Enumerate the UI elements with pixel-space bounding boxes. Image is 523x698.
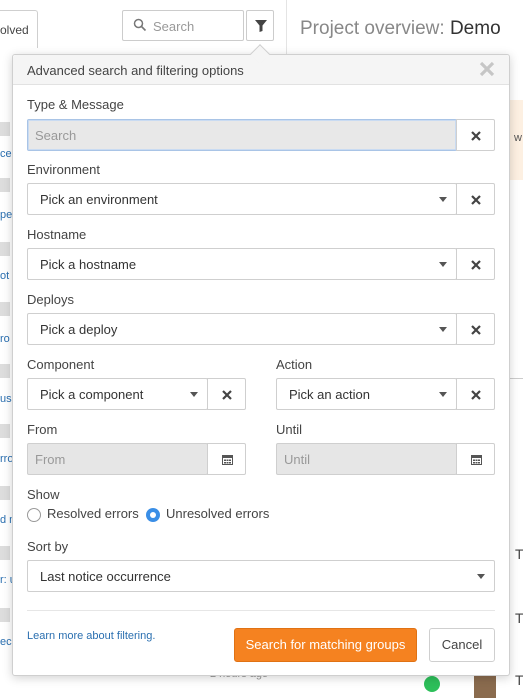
chevron-down-icon (439, 392, 447, 397)
environment-value: Pick an environment (40, 192, 158, 207)
filter-icon (255, 20, 267, 32)
type-message-label: Type & Message (27, 97, 124, 112)
hostname-value: Pick a hostname (40, 257, 137, 272)
from-label: From (27, 422, 58, 437)
clear-icon (471, 325, 481, 335)
right-list-letter: T (515, 672, 523, 688)
learn-more-link[interactable]: Learn more about filtering. (27, 630, 155, 642)
radio-unresolved-errors[interactable] (146, 508, 160, 522)
list-item-thumb (0, 302, 10, 316)
page-title-prefix: Project overview: (300, 18, 445, 39)
close-icon[interactable] (477, 59, 497, 79)
search-placeholder: Search (153, 19, 195, 34)
page-title: Project overview: Demo (300, 18, 501, 40)
sort-label: Sort by (27, 539, 69, 554)
action-label: Action (276, 357, 313, 372)
hostname-select[interactable]: Pick a hostname (27, 248, 457, 280)
deploy-value: Pick a deploy (40, 322, 118, 337)
right-list-letter: T (515, 610, 523, 626)
from-date-input[interactable]: From (27, 443, 208, 475)
check-icon (424, 676, 440, 692)
action-value: Pick an action (289, 387, 370, 402)
search-input[interactable]: Search (122, 10, 244, 41)
action-select[interactable]: Pick an action (276, 378, 457, 410)
chevron-down-icon (190, 392, 198, 397)
hostname-label: Hostname (27, 227, 87, 242)
deploys-label: Deploys (27, 292, 74, 307)
sort-select[interactable]: Last notice occurrence (27, 560, 495, 592)
component-select[interactable]: Pick a component (27, 378, 208, 410)
list-item-thumb (0, 178, 10, 192)
resolved-errors-label[interactable]: Resolved errors (47, 506, 139, 521)
until-label: Until (276, 422, 303, 437)
right-list-letter: T (515, 546, 523, 562)
clear-icon (471, 390, 481, 400)
until-calendar-button[interactable] (456, 443, 495, 475)
filter-button[interactable] (246, 10, 274, 41)
list-item-title[interactable]: pe (0, 209, 12, 221)
deploy-select[interactable]: Pick a deploy (27, 313, 457, 345)
clear-deploy-button[interactable] (456, 313, 495, 345)
unresolved-errors-label[interactable]: Unresolved errors (166, 506, 269, 521)
clear-icon (471, 195, 481, 205)
list-item-thumb (0, 546, 10, 560)
filter-modal: Advanced search and filtering options Ty… (12, 54, 510, 676)
environment-select[interactable]: Pick an environment (27, 183, 457, 215)
list-item-thumb (0, 122, 10, 136)
header-divider (286, 0, 287, 56)
tab-resolved[interactable]: olved (0, 10, 38, 48)
radio-resolved-errors[interactable] (27, 508, 41, 522)
until-date-input[interactable]: Until (276, 443, 457, 475)
component-label: Component (27, 357, 95, 372)
clear-type-message-button[interactable] (456, 119, 495, 151)
from-calendar-button[interactable] (207, 443, 246, 475)
clear-icon (222, 390, 232, 400)
avatar (474, 676, 496, 698)
chevron-down-icon (439, 327, 447, 332)
from-placeholder: From (35, 452, 66, 467)
component-value: Pick a component (40, 387, 144, 402)
list-item-thumb (0, 242, 10, 256)
show-label: Show (27, 487, 60, 502)
list-item-title[interactable]: ot (0, 270, 9, 282)
chevron-down-icon (439, 262, 447, 267)
notice-fragment: w (514, 132, 522, 144)
footer-divider (27, 610, 495, 611)
project-name: Demo (449, 18, 501, 39)
environment-label: Environment (27, 162, 100, 177)
modal-title: Advanced search and filtering options (27, 63, 244, 78)
search-submit-button[interactable]: Search for matching groups (234, 628, 417, 662)
clear-environment-button[interactable] (456, 183, 495, 215)
list-item-title[interactable]: us (0, 393, 12, 405)
notice-panel: w (510, 100, 523, 180)
clear-icon (471, 260, 481, 270)
list-item-title[interactable]: ce (0, 148, 12, 160)
search-icon (133, 18, 147, 32)
calendar-icon (222, 455, 233, 465)
chevron-down-icon (477, 574, 485, 579)
list-item-title[interactable]: ro (0, 333, 10, 345)
type-message-placeholder: Search (35, 128, 77, 143)
list-item-thumb (0, 486, 10, 500)
chevron-down-icon (439, 197, 447, 202)
until-placeholder: Until (284, 452, 311, 467)
calendar-icon (471, 455, 482, 465)
cancel-button[interactable]: Cancel (429, 628, 495, 662)
type-message-input[interactable]: Search (27, 119, 457, 151)
list-item-thumb (0, 364, 10, 378)
list-item-thumb (0, 424, 10, 438)
right-divider (510, 378, 523, 379)
clear-icon (471, 131, 481, 141)
clear-hostname-button[interactable] (456, 248, 495, 280)
list-item-title[interactable]: ec (0, 636, 12, 648)
sort-value: Last notice occurrence (40, 569, 171, 584)
list-item-thumb (0, 608, 10, 622)
clear-component-button[interactable] (207, 378, 246, 410)
tab-resolved-label: olved (0, 23, 29, 37)
clear-action-button[interactable] (456, 378, 495, 410)
